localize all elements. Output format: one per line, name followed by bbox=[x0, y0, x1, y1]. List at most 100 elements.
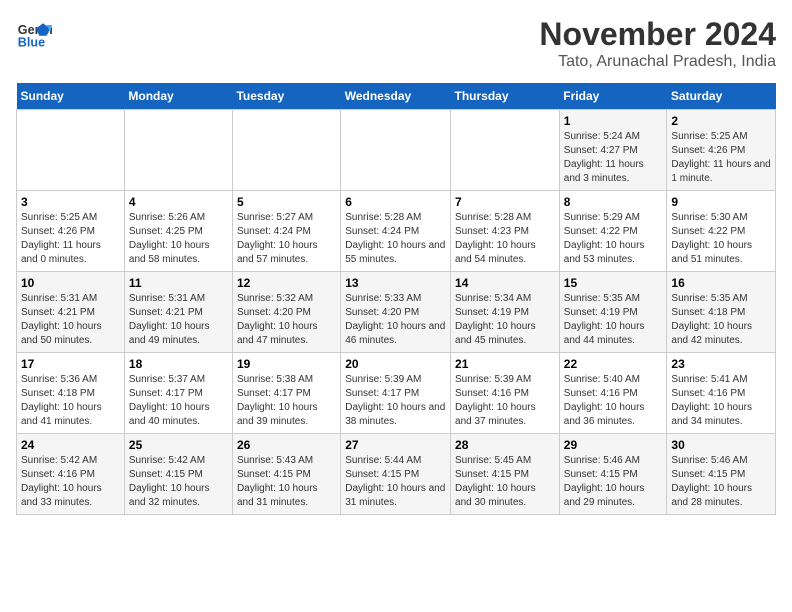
day-number: 27 bbox=[345, 438, 446, 452]
day-info: Sunrise: 5:42 AM Sunset: 4:15 PM Dayligh… bbox=[129, 454, 228, 510]
day-cell: 6 Sunrise: 5:28 AM Sunset: 4:24 PM Daylig… bbox=[341, 191, 451, 272]
day-info: Sunrise: 5:32 AM Sunset: 4:20 PM Dayligh… bbox=[237, 292, 336, 348]
week-row-4: 17 Sunrise: 5:36 AM Sunset: 4:18 PM Dayli… bbox=[17, 353, 776, 434]
day-cell bbox=[451, 110, 560, 191]
day-number: 14 bbox=[455, 276, 555, 290]
column-header-wednesday: Wednesday bbox=[341, 83, 451, 110]
header: General Blue November 2024 Tato, Arunach… bbox=[16, 16, 776, 71]
day-cell: 1 Sunrise: 5:24 AM Sunset: 4:27 PM Daylig… bbox=[559, 110, 667, 191]
day-number: 9 bbox=[671, 195, 771, 209]
day-number: 20 bbox=[345, 357, 446, 371]
page-title: November 2024 bbox=[539, 16, 776, 53]
day-number: 2 bbox=[671, 114, 771, 128]
logo-icon: General Blue bbox=[16, 16, 52, 52]
day-number: 28 bbox=[455, 438, 555, 452]
svg-text:Blue: Blue bbox=[18, 36, 45, 50]
day-cell bbox=[341, 110, 451, 191]
day-cell: 9 Sunrise: 5:30 AM Sunset: 4:22 PM Daylig… bbox=[667, 191, 776, 272]
day-cell: 28 Sunrise: 5:45 AM Sunset: 4:15 PM Dayli… bbox=[451, 434, 560, 515]
day-number: 23 bbox=[671, 357, 771, 371]
day-cell: 30 Sunrise: 5:46 AM Sunset: 4:15 PM Dayli… bbox=[667, 434, 776, 515]
day-cell: 15 Sunrise: 5:35 AM Sunset: 4:19 PM Dayli… bbox=[559, 272, 667, 353]
day-cell: 23Sunrise: 5:41 AM Sunset: 4:16 PM Dayli… bbox=[667, 353, 776, 434]
day-info: Sunrise: 5:45 AM Sunset: 4:15 PM Dayligh… bbox=[455, 454, 555, 510]
day-number: 4 bbox=[129, 195, 228, 209]
day-info: Sunrise: 5:37 AM Sunset: 4:17 PM Dayligh… bbox=[129, 373, 228, 429]
day-info: Sunrise: 5:35 AM Sunset: 4:18 PM Dayligh… bbox=[671, 292, 771, 348]
day-number: 12 bbox=[237, 276, 336, 290]
day-number: 6 bbox=[345, 195, 446, 209]
day-info: Sunrise: 5:27 AM Sunset: 4:24 PM Dayligh… bbox=[237, 211, 336, 267]
week-row-2: 3Sunrise: 5:25 AM Sunset: 4:26 PM Daylig… bbox=[17, 191, 776, 272]
week-row-5: 24Sunrise: 5:42 AM Sunset: 4:16 PM Dayli… bbox=[17, 434, 776, 515]
day-number: 11 bbox=[129, 276, 228, 290]
day-number: 21 bbox=[455, 357, 555, 371]
day-info: Sunrise: 5:34 AM Sunset: 4:19 PM Dayligh… bbox=[455, 292, 555, 348]
day-cell: 3Sunrise: 5:25 AM Sunset: 4:26 PM Daylig… bbox=[17, 191, 125, 272]
day-number: 30 bbox=[671, 438, 771, 452]
day-info: Sunrise: 5:39 AM Sunset: 4:17 PM Dayligh… bbox=[345, 373, 446, 429]
day-number: 29 bbox=[564, 438, 663, 452]
day-number: 8 bbox=[564, 195, 663, 209]
day-info: Sunrise: 5:28 AM Sunset: 4:24 PM Dayligh… bbox=[345, 211, 446, 267]
week-row-1: 1 Sunrise: 5:24 AM Sunset: 4:27 PM Daylig… bbox=[17, 110, 776, 191]
logo: General Blue bbox=[16, 16, 52, 52]
day-number: 17 bbox=[21, 357, 120, 371]
day-cell: 4Sunrise: 5:26 AM Sunset: 4:25 PM Daylig… bbox=[124, 191, 232, 272]
day-cell: 10 Sunrise: 5:31 AM Sunset: 4:21 PM Dayli… bbox=[17, 272, 125, 353]
day-cell: 24Sunrise: 5:42 AM Sunset: 4:16 PM Dayli… bbox=[17, 434, 125, 515]
day-info: Sunrise: 5:40 AM Sunset: 4:16 PM Dayligh… bbox=[564, 373, 663, 429]
day-cell: 7 Sunrise: 5:28 AM Sunset: 4:23 PM Daylig… bbox=[451, 191, 560, 272]
day-cell: 16 Sunrise: 5:35 AM Sunset: 4:18 PM Dayli… bbox=[667, 272, 776, 353]
week-row-3: 10 Sunrise: 5:31 AM Sunset: 4:21 PM Dayli… bbox=[17, 272, 776, 353]
day-number: 15 bbox=[564, 276, 663, 290]
day-cell: 25 Sunrise: 5:42 AM Sunset: 4:15 PM Dayli… bbox=[124, 434, 232, 515]
column-header-tuesday: Tuesday bbox=[232, 83, 340, 110]
day-info: Sunrise: 5:39 AM Sunset: 4:16 PM Dayligh… bbox=[455, 373, 555, 429]
day-info: Sunrise: 5:31 AM Sunset: 4:21 PM Dayligh… bbox=[129, 292, 228, 348]
day-number: 22 bbox=[564, 357, 663, 371]
column-header-monday: Monday bbox=[124, 83, 232, 110]
day-cell: 22 Sunrise: 5:40 AM Sunset: 4:16 PM Dayli… bbox=[559, 353, 667, 434]
day-number: 5 bbox=[237, 195, 336, 209]
day-info: Sunrise: 5:33 AM Sunset: 4:20 PM Dayligh… bbox=[345, 292, 446, 348]
day-info: Sunrise: 5:44 AM Sunset: 4:15 PM Dayligh… bbox=[345, 454, 446, 510]
day-info: Sunrise: 5:30 AM Sunset: 4:22 PM Dayligh… bbox=[671, 211, 771, 267]
day-number: 16 bbox=[671, 276, 771, 290]
day-number: 25 bbox=[129, 438, 228, 452]
day-number: 1 bbox=[564, 114, 663, 128]
day-cell: 11 Sunrise: 5:31 AM Sunset: 4:21 PM Dayli… bbox=[124, 272, 232, 353]
day-info: Sunrise: 5:43 AM Sunset: 4:15 PM Dayligh… bbox=[237, 454, 336, 510]
day-info: Sunrise: 5:38 AM Sunset: 4:17 PM Dayligh… bbox=[237, 373, 336, 429]
day-info: Sunrise: 5:29 AM Sunset: 4:22 PM Dayligh… bbox=[564, 211, 663, 267]
day-cell: 5 Sunrise: 5:27 AM Sunset: 4:24 PM Daylig… bbox=[232, 191, 340, 272]
day-number: 7 bbox=[455, 195, 555, 209]
day-cell: 21 Sunrise: 5:39 AM Sunset: 4:16 PM Dayli… bbox=[451, 353, 560, 434]
day-cell: 17 Sunrise: 5:36 AM Sunset: 4:18 PM Dayli… bbox=[17, 353, 125, 434]
column-header-sunday: Sunday bbox=[17, 83, 125, 110]
title-area: November 2024 Tato, Arunachal Pradesh, I… bbox=[539, 16, 776, 71]
calendar-header-row: SundayMondayTuesdayWednesdayThursdayFrid… bbox=[17, 83, 776, 110]
day-cell: 2Sunrise: 5:25 AM Sunset: 4:26 PM Daylig… bbox=[667, 110, 776, 191]
day-cell bbox=[232, 110, 340, 191]
day-number: 19 bbox=[237, 357, 336, 371]
column-header-thursday: Thursday bbox=[451, 83, 560, 110]
day-info: Sunrise: 5:46 AM Sunset: 4:15 PM Dayligh… bbox=[671, 454, 771, 510]
day-cell: 13 Sunrise: 5:33 AM Sunset: 4:20 PM Dayli… bbox=[341, 272, 451, 353]
calendar-table: SundayMondayTuesdayWednesdayThursdayFrid… bbox=[16, 83, 776, 515]
day-number: 26 bbox=[237, 438, 336, 452]
day-info: Sunrise: 5:46 AM Sunset: 4:15 PM Dayligh… bbox=[564, 454, 663, 510]
day-cell: 14 Sunrise: 5:34 AM Sunset: 4:19 PM Dayli… bbox=[451, 272, 560, 353]
day-info: Sunrise: 5:35 AM Sunset: 4:19 PM Dayligh… bbox=[564, 292, 663, 348]
day-info: Sunrise: 5:24 AM Sunset: 4:27 PM Dayligh… bbox=[564, 130, 663, 186]
day-cell bbox=[124, 110, 232, 191]
day-info: Sunrise: 5:36 AM Sunset: 4:18 PM Dayligh… bbox=[21, 373, 120, 429]
day-info: Sunrise: 5:31 AM Sunset: 4:21 PM Dayligh… bbox=[21, 292, 120, 348]
day-cell: 27 Sunrise: 5:44 AM Sunset: 4:15 PM Dayli… bbox=[341, 434, 451, 515]
day-number: 10 bbox=[21, 276, 120, 290]
day-cell bbox=[17, 110, 125, 191]
column-header-friday: Friday bbox=[559, 83, 667, 110]
day-info: Sunrise: 5:28 AM Sunset: 4:23 PM Dayligh… bbox=[455, 211, 555, 267]
day-cell: 19 Sunrise: 5:38 AM Sunset: 4:17 PM Dayli… bbox=[232, 353, 340, 434]
day-number: 13 bbox=[345, 276, 446, 290]
